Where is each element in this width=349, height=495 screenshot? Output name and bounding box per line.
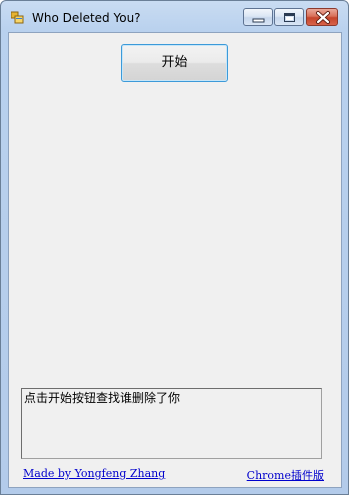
close-icon xyxy=(316,11,330,24)
app-icon xyxy=(10,11,25,25)
credit-link[interactable]: Made by Yongfeng Zhang xyxy=(23,467,165,480)
close-button[interactable] xyxy=(306,8,338,26)
start-button[interactable]: 开始 xyxy=(121,44,228,82)
status-textbox[interactable]: 点击开始按钮查找谁删除了你 xyxy=(21,388,322,459)
client-area: 开始 点击开始按钮查找谁删除了你 Made by Yongfeng Zhang … xyxy=(8,32,342,488)
chrome-extension-link[interactable]: Chrome插件版 xyxy=(247,467,324,483)
maximize-button[interactable] xyxy=(274,8,304,26)
minimize-icon xyxy=(252,18,265,23)
maximize-icon xyxy=(284,13,295,22)
window-title: Who Deleted You? xyxy=(32,11,141,25)
minimize-button[interactable] xyxy=(243,8,273,26)
app-window: Who Deleted You? 开始 点击开始按钮查找谁删除了你 Made b… xyxy=(0,0,349,495)
title-bar[interactable]: Who Deleted You? xyxy=(1,1,348,33)
